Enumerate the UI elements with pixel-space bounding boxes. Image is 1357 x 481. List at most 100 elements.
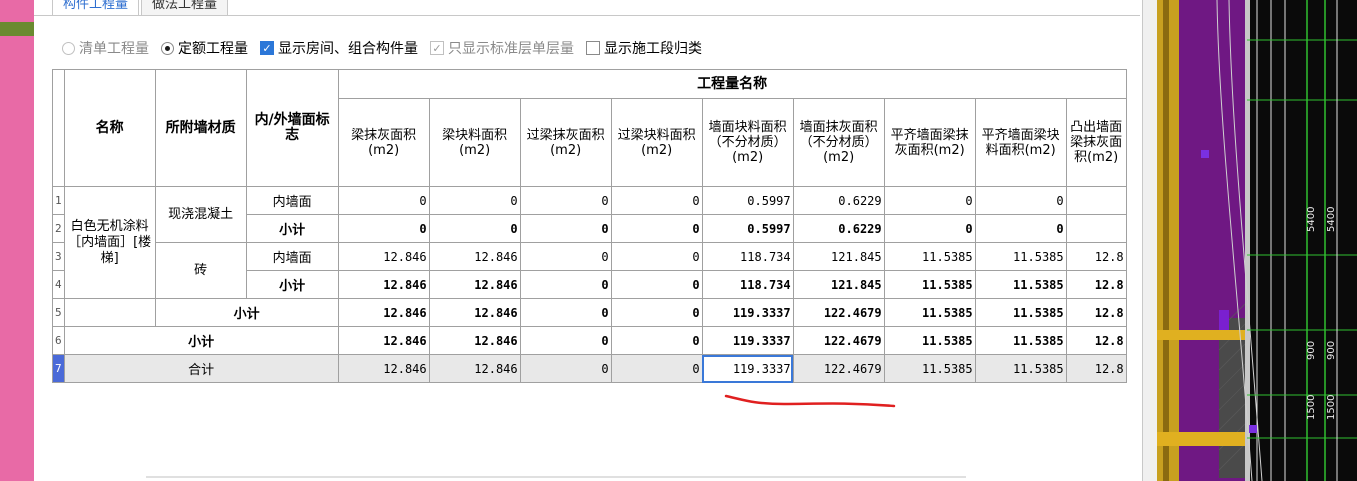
radio-circle[interactable]	[62, 41, 75, 55]
radio-bill-quantity[interactable]: 清单工程量	[62, 38, 149, 58]
wall-side-cell[interactable]: 内墙面	[245, 242, 339, 271]
value-cell[interactable]: 119.3337	[701, 298, 794, 327]
material-cell[interactable]: 砖	[154, 242, 247, 299]
value-cell[interactable]: 0	[610, 326, 703, 355]
value-cell[interactable]: 12.846	[428, 354, 521, 383]
tab-method-quantity[interactable]: 做法工程量	[141, 0, 229, 16]
checkbox-show-section[interactable]: 显示施工段归类	[586, 38, 702, 58]
horizontal-scrollbar[interactable]	[146, 476, 966, 478]
value-cell[interactable]: 12.8	[1065, 354, 1127, 383]
value-cell[interactable]: 11.5385	[883, 270, 976, 299]
value-cell[interactable]: 12.846	[428, 326, 521, 355]
header-column[interactable]: 墙面块料面积（不分材质）(m2)	[701, 98, 794, 187]
header-column[interactable]: 墙面抹灰面积（不分材质）(m2)	[792, 98, 885, 187]
table-row[interactable]: 5 小计 12.846 12.846 0 0 119.3337 122.4679…	[52, 298, 1127, 327]
header-column[interactable]: 平齐墙面梁抹灰面积(m2)	[883, 98, 976, 187]
material-cell[interactable]: 现浇混凝土	[154, 186, 247, 243]
value-cell[interactable]: 0	[519, 354, 612, 383]
value-cell[interactable]: 11.5385	[883, 326, 976, 355]
value-cell[interactable]: 119.3337	[701, 326, 794, 355]
value-cell[interactable]: 0	[519, 326, 612, 355]
checkbox-checked-icon[interactable]: ✓	[260, 41, 274, 55]
header-column[interactable]: 凸出墙面梁抹灰面积(m2)	[1065, 98, 1127, 187]
checkbox-empty-icon[interactable]	[586, 41, 600, 55]
value-cell[interactable]: 0	[610, 298, 703, 327]
value-cell[interactable]: 122.4679	[792, 354, 885, 383]
value-cell[interactable]: 12.846	[337, 326, 430, 355]
subtotal-label[interactable]: 小计	[63, 326, 339, 355]
value-cell[interactable]: 0	[337, 186, 430, 215]
header-column[interactable]: 平齐墙面梁块料面积(m2)	[974, 98, 1067, 187]
value-cell[interactable]: 0	[519, 298, 612, 327]
value-cell[interactable]: 118.734	[701, 270, 794, 299]
value-cell[interactable]: 0	[428, 214, 521, 243]
value-cell[interactable]: 0	[519, 186, 612, 215]
value-cell[interactable]: 0	[519, 270, 612, 299]
header-column[interactable]: 梁抹灰面积(m2)	[337, 98, 430, 187]
value-cell[interactable]: 12.8	[1065, 270, 1127, 299]
header-column[interactable]: 过梁块料面积(m2)	[610, 98, 703, 187]
value-cell[interactable]: 11.5385	[883, 298, 976, 327]
total-row[interactable]: 7 合计 12.846 12.846 0 0 119.3337 122.4679…	[52, 354, 1127, 383]
value-cell[interactable]: 0	[519, 214, 612, 243]
value-cell[interactable]: 11.5385	[883, 354, 976, 383]
value-cell[interactable]: 118.734	[701, 242, 794, 271]
value-cell[interactable]: 0	[610, 354, 703, 383]
value-cell[interactable]: 0	[610, 270, 703, 299]
checkbox-show-rooms[interactable]: ✓ 显示房间、组合构件量	[260, 38, 418, 58]
value-cell[interactable]: 12.846	[428, 298, 521, 327]
wall-side-cell[interactable]: 内墙面	[245, 186, 339, 215]
checkbox-disabled-icon[interactable]: ✓	[430, 41, 444, 55]
value-cell[interactable]: 12.846	[337, 298, 430, 327]
value-cell[interactable]: 11.5385	[974, 270, 1067, 299]
value-cell[interactable]: 0.5997	[701, 186, 794, 215]
value-cell[interactable]: 0	[610, 214, 703, 243]
value-cell[interactable]: 0	[428, 186, 521, 215]
value-cell[interactable]: 122.4679	[792, 298, 885, 327]
value-cell[interactable]: 122.4679	[792, 326, 885, 355]
table-row[interactable]: 1 白色无机涂料［内墙面］[楼梯] 现浇混凝土 内墙面 0 0 0 0 0.59…	[52, 186, 1127, 299]
value-cell[interactable]	[1065, 214, 1127, 243]
radio-circle-selected[interactable]	[161, 41, 174, 55]
checkbox-standard-floor[interactable]: ✓ 只显示标准层单层量	[430, 38, 574, 58]
radio-quota-quantity[interactable]: 定额工程量	[161, 38, 248, 58]
value-cell[interactable]: 0.6229	[792, 214, 885, 243]
name-cell[interactable]: 白色无机涂料［内墙面］[楼梯]	[63, 186, 156, 299]
value-cell[interactable]	[1065, 186, 1127, 215]
value-cell[interactable]: 0	[610, 242, 703, 271]
selected-value-cell[interactable]: 119.3337	[701, 354, 794, 383]
table-row[interactable]: 3 砖 内墙面 12.846 12.846 0 0 118.734 121.84…	[52, 242, 1127, 299]
subtotal-label[interactable]: 小计	[245, 214, 339, 243]
subtotal-label[interactable]: 小计	[245, 270, 339, 299]
value-cell[interactable]: 12.846	[337, 242, 430, 271]
value-cell[interactable]: 12.846	[428, 242, 521, 271]
tab-component-quantity[interactable]: 构件工程量	[52, 0, 140, 16]
subtotal-label[interactable]: 小计	[154, 298, 339, 327]
value-cell[interactable]: 0	[974, 186, 1067, 215]
value-cell[interactable]: 11.5385	[974, 326, 1067, 355]
value-cell[interactable]: 12.846	[428, 270, 521, 299]
value-cell[interactable]: 12.846	[337, 270, 430, 299]
value-cell[interactable]: 0	[337, 214, 430, 243]
table-row[interactable]: 6 小计 12.846 12.846 0 0 119.3337 122.4679…	[52, 326, 1127, 355]
value-cell[interactable]: 0	[519, 242, 612, 271]
value-cell[interactable]: 12.8	[1065, 326, 1127, 355]
value-cell[interactable]: 0	[883, 214, 976, 243]
value-cell[interactable]: 11.5385	[974, 298, 1067, 327]
value-cell[interactable]: 11.5385	[974, 242, 1067, 271]
value-cell[interactable]: 11.5385	[883, 242, 976, 271]
value-cell[interactable]: 121.845	[792, 270, 885, 299]
value-cell[interactable]: 0.6229	[792, 186, 885, 215]
header-column[interactable]: 梁块料面积(m2)	[428, 98, 521, 187]
value-cell[interactable]: 12.8	[1065, 242, 1127, 271]
cad-drawing-view[interactable]: 5400 5400 900 900 1500 1500	[1157, 0, 1357, 481]
value-cell[interactable]: 0	[610, 186, 703, 215]
value-cell[interactable]: 12.8	[1065, 298, 1127, 327]
value-cell[interactable]: 0.5997	[701, 214, 794, 243]
value-cell[interactable]: 11.5385	[974, 354, 1067, 383]
value-cell[interactable]: 0	[883, 186, 976, 215]
value-cell[interactable]: 12.846	[337, 354, 430, 383]
value-cell[interactable]: 121.845	[792, 242, 885, 271]
value-cell[interactable]: 0	[974, 214, 1067, 243]
header-column[interactable]: 过梁抹灰面积(m2)	[519, 98, 612, 187]
